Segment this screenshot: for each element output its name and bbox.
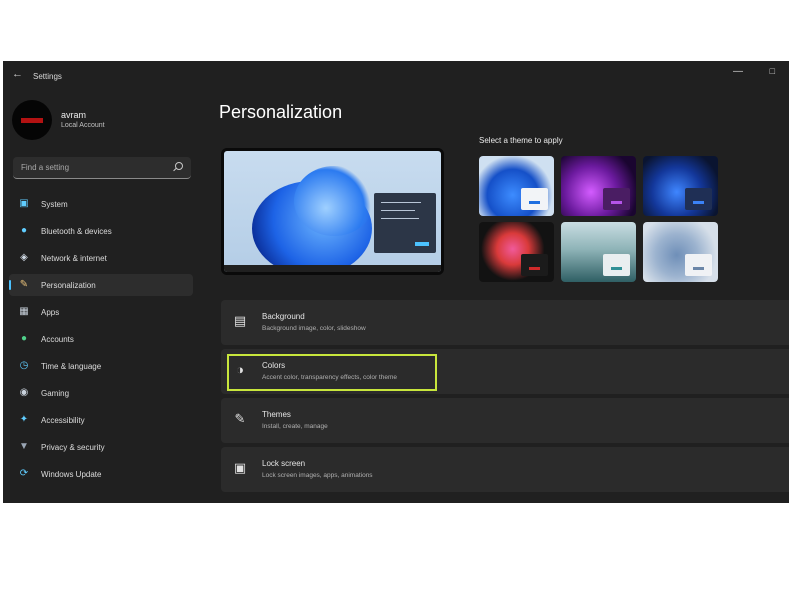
settings-window: ← Settings — □ avram Local Account ▣ Sys… — [3, 61, 789, 503]
brush-icon: ✎ — [19, 279, 29, 290]
sidebar-item-accounts[interactable]: ● Accounts — [9, 328, 193, 350]
theme-preview — [221, 148, 444, 275]
row-title: Lock screen — [262, 459, 306, 468]
apps-icon: ▦ — [19, 306, 29, 317]
row-subtitle: Background image, color, slideshow — [262, 325, 366, 332]
sidebar-item-label: Gaming — [41, 389, 70, 398]
sidebar-item-label: Accessibility — [41, 416, 85, 425]
sidebar-nav: ▣ System ● Bluetooth & devices ◈ Network… — [9, 193, 193, 490]
pen-icon: ✎ — [234, 411, 246, 426]
theme-thumb-4[interactable] — [479, 222, 554, 282]
sidebar-item-label: Bluetooth & devices — [41, 227, 112, 236]
palette-icon: ◑ — [236, 362, 244, 377]
row-subtitle: Lock screen images, apps, animations — [262, 472, 373, 479]
theme-thumb-2[interactable] — [561, 156, 636, 216]
sidebar-item-privacy-security[interactable]: ▼ Privacy & security — [9, 436, 193, 458]
search-icon[interactable] — [175, 162, 183, 170]
page-title: Personalization — [219, 102, 343, 122]
sidebar-item-label: Privacy & security — [41, 443, 105, 452]
maximize-button[interactable]: □ — [770, 66, 775, 76]
theme-thumb-1[interactable] — [479, 156, 554, 216]
search-input[interactable] — [21, 157, 171, 178]
sidebar-item-label: Apps — [41, 308, 60, 317]
preview-taskbar — [224, 265, 441, 272]
minimize-button[interactable]: — — [733, 66, 743, 77]
lock-screen-row[interactable]: ▣ Lock screen Lock screen images, apps, … — [221, 447, 789, 492]
lock-screen-icon: ▣ — [233, 460, 247, 475]
sidebar-item-gaming[interactable]: ◉ Gaming — [9, 382, 193, 404]
window-title: Settings — [33, 72, 62, 81]
row-title: Background — [262, 312, 305, 321]
title-bar: ← Settings — □ — [3, 61, 789, 91]
theme-thumb-5[interactable] — [561, 222, 636, 282]
themes-label: Select a theme to apply — [479, 136, 563, 145]
sidebar-item-apps[interactable]: ▦ Apps — [9, 301, 193, 323]
avatar-logo-mark — [21, 117, 43, 123]
sidebar-item-network[interactable]: ◈ Network & internet — [9, 247, 193, 269]
themes-row[interactable]: ✎ Themes Install, create, manage › — [221, 398, 789, 443]
sidebar-item-label: Accounts — [41, 335, 74, 344]
sidebar-item-bluetooth[interactable]: ● Bluetooth & devices — [9, 220, 193, 242]
sidebar-item-label: Network & internet — [41, 254, 107, 263]
row-subtitle: Accent color, transparency effects, colo… — [262, 374, 398, 381]
bluetooth-icon: ● — [20, 225, 28, 236]
row-title: Colors — [262, 361, 286, 370]
main-content: Personalization Select a theme to apply — [208, 91, 789, 503]
row-subtitle: Install, create, manage — [262, 423, 328, 430]
avatar[interactable] — [12, 100, 52, 140]
back-arrow-icon[interactable]: ← — [12, 68, 23, 80]
shield-icon: ▼ — [19, 441, 29, 452]
sidebar-item-time-language[interactable]: ◷ Time & language — [9, 355, 193, 377]
sidebar-item-label: System — [41, 200, 68, 209]
person-icon: ● — [20, 333, 28, 344]
update-icon: ⟳ — [19, 468, 29, 479]
sidebar: avram Local Account ▣ System ● Bluetooth… — [3, 91, 208, 503]
colors-row[interactable]: ◑ Colors Accent color, transparency effe… — [221, 349, 789, 394]
wifi-icon: ◈ — [20, 252, 28, 263]
preview-dialog — [374, 193, 436, 253]
image-icon: ▤ — [233, 313, 247, 328]
sidebar-item-accessibility[interactable]: ✦ Accessibility — [9, 409, 193, 431]
sidebar-item-system[interactable]: ▣ System — [9, 193, 193, 215]
sidebar-item-label: Time & language — [41, 362, 102, 371]
sidebar-item-windows-update[interactable]: ⟳ Windows Update — [9, 463, 193, 485]
gamepad-icon: ◉ — [19, 387, 29, 398]
colors-highlight-box — [227, 354, 437, 391]
sidebar-item-personalization[interactable]: ✎ Personalization — [9, 274, 193, 296]
theme-thumb-6[interactable] — [643, 222, 718, 282]
search-box[interactable] — [13, 157, 191, 179]
sidebar-item-label: Personalization — [41, 281, 96, 290]
sidebar-item-label: Windows Update — [41, 470, 102, 479]
user-name: avram — [61, 110, 87, 120]
accessibility-icon: ✦ — [19, 414, 29, 425]
clock-globe-icon: ◷ — [19, 360, 29, 371]
account-type: Local Account — [61, 122, 105, 129]
monitor-icon: ▣ — [19, 198, 29, 209]
row-title: Themes — [262, 410, 291, 419]
theme-thumb-3[interactable] — [643, 156, 718, 216]
background-row[interactable]: ▤ Background Background image, color, sl… — [221, 300, 789, 345]
